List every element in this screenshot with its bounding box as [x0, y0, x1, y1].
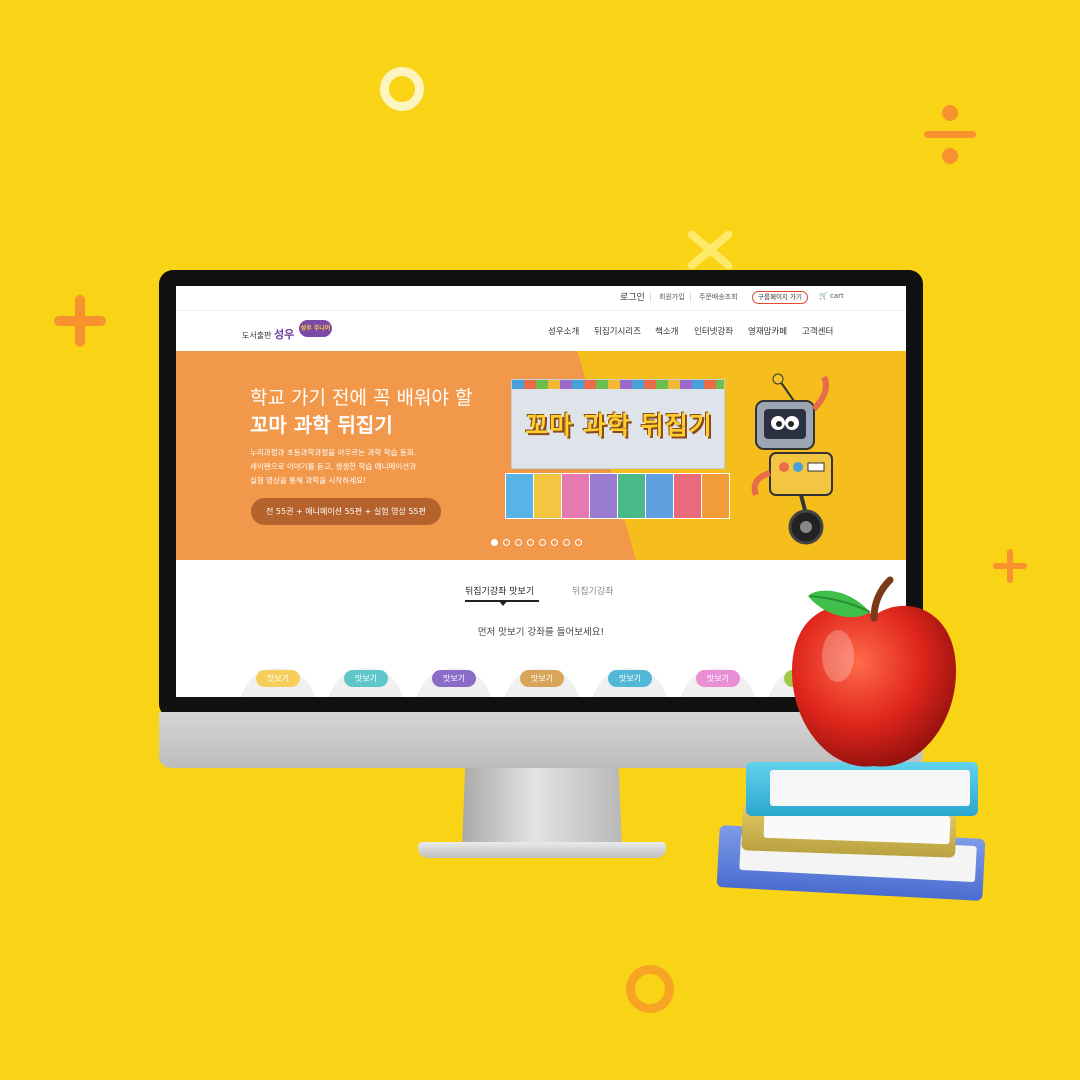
banner-desc-line: 누리과정과 초등과학과정을 아우르는 과학 학습 동화. — [250, 448, 417, 457]
login-link[interactable]: 로그인 — [620, 290, 645, 303]
site-header: 도서출판 성우 성우 주니어 성우소개 뒤집기시리즈 책소개 인터넷강좌 영재맘… — [176, 311, 906, 351]
plus-icon — [993, 549, 1027, 583]
tab-preview-lessons[interactable]: 뒤집기강좌 맛보기 — [465, 584, 534, 597]
group-page-button[interactable]: 구룹페이지 가기 — [752, 291, 808, 304]
cart-link[interactable]: 🛒 cart — [819, 292, 844, 300]
slider-dot[interactable] — [563, 539, 570, 546]
apple-illustration — [792, 576, 956, 767]
divide-icon — [924, 104, 976, 164]
preview-tag: 맛보기 — [608, 670, 652, 687]
logo-name: 성우 — [274, 328, 295, 341]
book-box: 꼬마 과학 뒤집기 — [511, 379, 725, 469]
book-spines — [512, 380, 724, 389]
book-set-image: 꼬마 과학 뒤집기 — [505, 379, 730, 527]
slider-dot[interactable] — [491, 539, 498, 546]
slider-dot[interactable] — [575, 539, 582, 546]
nav-item-about[interactable]: 성우소개 — [548, 325, 579, 337]
utility-bar: 로그인 회원가입 주문배송조회 구룹페이지 가기 🛒 cart — [176, 286, 906, 311]
banner-desc-line: 실험 영상을 통해 과학을 시작하세요! — [250, 476, 367, 485]
book-cover — [673, 473, 702, 519]
preview-tag: 맛보기 — [344, 670, 388, 687]
order-lookup-link[interactable]: 주문배송조회 — [699, 292, 738, 302]
cart-label: cart — [829, 292, 844, 300]
signup-link[interactable]: 회원가입 — [659, 292, 685, 302]
book-cover — [701, 473, 730, 519]
times-icon — [684, 228, 736, 272]
book-cover — [645, 473, 674, 519]
book-covers — [505, 473, 730, 519]
book-cover — [561, 473, 590, 519]
nav-item-cafe[interactable]: 영재맘카페 — [748, 325, 787, 337]
slider-dot[interactable] — [551, 539, 558, 546]
slider-dot[interactable] — [527, 539, 534, 546]
nav-item-series[interactable]: 뒤집기시리즈 — [594, 325, 641, 337]
logo-prefix: 도서출판 — [242, 331, 272, 340]
book-cover — [505, 473, 534, 519]
divider — [650, 292, 651, 302]
site-logo[interactable]: 도서출판 성우 — [242, 326, 294, 342]
nav-item-online-course[interactable]: 인터넷강좌 — [694, 325, 733, 337]
slider-dot[interactable] — [503, 539, 510, 546]
banner-headline: 학교 가기 전에 꼭 배워야 할 — [250, 387, 473, 409]
cart-icon: 🛒 — [819, 292, 828, 300]
slider-dot[interactable] — [539, 539, 546, 546]
slider-dot[interactable] — [515, 539, 522, 546]
tab-active-notch — [498, 600, 508, 606]
book-cover — [589, 473, 618, 519]
book-cover — [533, 473, 562, 519]
banner-info-pill[interactable]: 전 55권 + 애니메이션 55편 + 실험 영상 55편 — [251, 498, 441, 525]
book-cover — [617, 473, 646, 519]
circle-decoration — [626, 965, 674, 1013]
preview-tag: 맛보기 — [256, 670, 300, 687]
preview-tag: 맛보기 — [520, 670, 564, 687]
banner-title: 꼬마 과학 뒤집기 — [250, 413, 393, 437]
divider — [690, 292, 691, 302]
nav-item-books[interactable]: 책소개 — [655, 325, 678, 337]
preview-tag: 맛보기 — [432, 670, 476, 687]
circle-decoration — [380, 67, 424, 111]
robot-illustration — [751, 373, 833, 545]
preview-tag: 맛보기 — [696, 670, 740, 687]
banner-desc-line: 세이펜으로 이야기를 듣고, 생생한 학습 애니메이션과 — [250, 462, 417, 471]
tab-lessons[interactable]: 뒤집기강좌 — [572, 584, 613, 597]
book-set-title: 꼬마 과학 뒤집기 — [525, 411, 713, 440]
monitor-base — [418, 842, 666, 858]
nav-item-support[interactable]: 고객센터 — [802, 325, 833, 337]
monitor-stand — [462, 768, 622, 848]
plus-icon — [54, 295, 106, 347]
hero-banner[interactable]: 학교 가기 전에 꼭 배워야 할 꼬마 과학 뒤집기 누리과정과 초등과학과정을… — [176, 351, 906, 560]
logo-badge: 성우 주니어 — [299, 320, 332, 337]
